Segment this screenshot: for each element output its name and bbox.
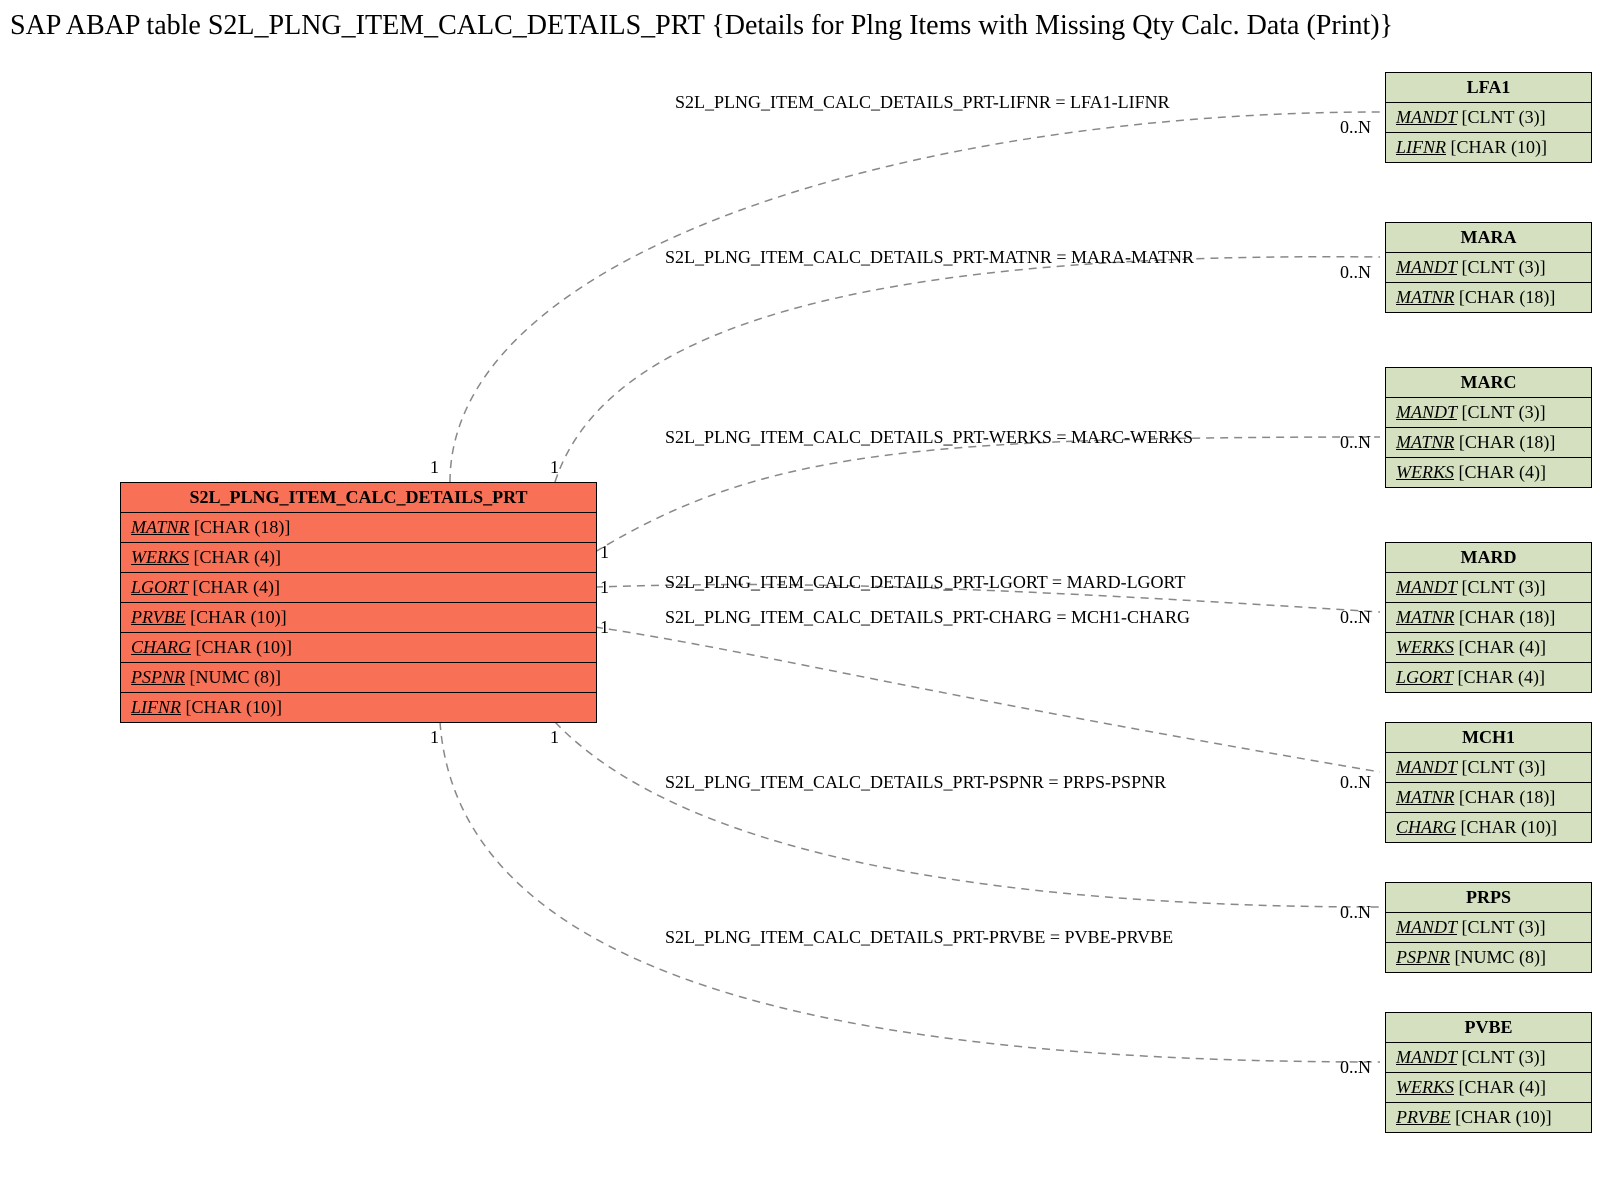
cardinality: 0..N bbox=[1340, 1057, 1371, 1078]
field-row: MANDT [CLNT (3)] bbox=[1386, 753, 1591, 783]
entity-prps: PRPS MANDT [CLNT (3)] PSPNR [NUMC (8)] bbox=[1385, 882, 1592, 973]
field-row: MANDT [CLNT (3)] bbox=[1386, 913, 1591, 943]
entity-mch1: MCH1 MANDT [CLNT (3)] MATNR [CHAR (18)] … bbox=[1385, 722, 1592, 843]
cardinality: 1 bbox=[550, 457, 559, 478]
entity-header: MCH1 bbox=[1386, 723, 1591, 753]
relation-label: S2L_PLNG_ITEM_CALC_DETAILS_PRT-LIFNR = L… bbox=[675, 92, 1170, 113]
cardinality: 0..N bbox=[1340, 432, 1371, 453]
diagram-canvas: S2L_PLNG_ITEM_CALC_DETAILS_PRT MATNR [CH… bbox=[10, 52, 1597, 1172]
field-row: LIFNR [CHAR (10)] bbox=[1386, 133, 1591, 162]
field-row: LGORT [CHAR (4)] bbox=[1386, 663, 1591, 692]
field-row: WERKS [CHAR (4)] bbox=[1386, 458, 1591, 487]
cardinality: 1 bbox=[430, 457, 439, 478]
field-row: LIFNR [CHAR (10)] bbox=[121, 693, 596, 722]
cardinality: 1 bbox=[600, 577, 609, 598]
entity-marc: MARC MANDT [CLNT (3)] MATNR [CHAR (18)] … bbox=[1385, 367, 1592, 488]
entity-header: PRPS bbox=[1386, 883, 1591, 913]
relation-label: S2L_PLNG_ITEM_CALC_DETAILS_PRT-PRVBE = P… bbox=[665, 927, 1173, 948]
field-row: PRVBE [CHAR (10)] bbox=[1386, 1103, 1591, 1132]
page-title: SAP ABAP table S2L_PLNG_ITEM_CALC_DETAIL… bbox=[10, 10, 1607, 42]
cardinality: 1 bbox=[430, 727, 439, 748]
field-row: CHARG [CHAR (10)] bbox=[1386, 813, 1591, 842]
entity-header: MARD bbox=[1386, 543, 1591, 573]
field-row: WERKS [CHAR (4)] bbox=[121, 543, 596, 573]
cardinality: 0..N bbox=[1340, 607, 1371, 628]
field-row: MANDT [CLNT (3)] bbox=[1386, 253, 1591, 283]
entity-header: MARA bbox=[1386, 223, 1591, 253]
entity-header: MARC bbox=[1386, 368, 1591, 398]
cardinality: 0..N bbox=[1340, 772, 1371, 793]
entity-main-header: S2L_PLNG_ITEM_CALC_DETAILS_PRT bbox=[121, 483, 596, 513]
field-row: MANDT [CLNT (3)] bbox=[1386, 398, 1591, 428]
field-row: PSPNR [NUMC (8)] bbox=[121, 663, 596, 693]
field-row: MANDT [CLNT (3)] bbox=[1386, 573, 1591, 603]
entity-mara: MARA MANDT [CLNT (3)] MATNR [CHAR (18)] bbox=[1385, 222, 1592, 313]
relation-label: S2L_PLNG_ITEM_CALC_DETAILS_PRT-MATNR = M… bbox=[665, 247, 1194, 268]
cardinality: 0..N bbox=[1340, 117, 1371, 138]
cardinality: 1 bbox=[550, 727, 559, 748]
field-row: PSPNR [NUMC (8)] bbox=[1386, 943, 1591, 972]
field-row: PRVBE [CHAR (10)] bbox=[121, 603, 596, 633]
field-row: MANDT [CLNT (3)] bbox=[1386, 1043, 1591, 1073]
cardinality: 0..N bbox=[1340, 262, 1371, 283]
entity-mard: MARD MANDT [CLNT (3)] MATNR [CHAR (18)] … bbox=[1385, 542, 1592, 693]
field-row: WERKS [CHAR (4)] bbox=[1386, 1073, 1591, 1103]
cardinality: 1 bbox=[600, 542, 609, 563]
entity-main: S2L_PLNG_ITEM_CALC_DETAILS_PRT MATNR [CH… bbox=[120, 482, 597, 723]
relation-label: S2L_PLNG_ITEM_CALC_DETAILS_PRT-PSPNR = P… bbox=[665, 772, 1166, 793]
field-row: MATNR [CHAR (18)] bbox=[121, 513, 596, 543]
cardinality: 0..N bbox=[1340, 902, 1371, 923]
entity-pvbe: PVBE MANDT [CLNT (3)] WERKS [CHAR (4)] P… bbox=[1385, 1012, 1592, 1133]
relation-label: S2L_PLNG_ITEM_CALC_DETAILS_PRT-CHARG = M… bbox=[665, 607, 1190, 628]
entity-header: LFA1 bbox=[1386, 73, 1591, 103]
relation-label: S2L_PLNG_ITEM_CALC_DETAILS_PRT-LGORT = M… bbox=[665, 572, 1185, 593]
relation-label: S2L_PLNG_ITEM_CALC_DETAILS_PRT-WERKS = M… bbox=[665, 427, 1193, 448]
field-row: MATNR [CHAR (18)] bbox=[1386, 283, 1591, 312]
field-row: WERKS [CHAR (4)] bbox=[1386, 633, 1591, 663]
field-row: MATNR [CHAR (18)] bbox=[1386, 603, 1591, 633]
field-row: MATNR [CHAR (18)] bbox=[1386, 428, 1591, 458]
field-row: MANDT [CLNT (3)] bbox=[1386, 103, 1591, 133]
field-row: CHARG [CHAR (10)] bbox=[121, 633, 596, 663]
cardinality: 1 bbox=[600, 617, 609, 638]
entity-header: PVBE bbox=[1386, 1013, 1591, 1043]
field-row: LGORT [CHAR (4)] bbox=[121, 573, 596, 603]
entity-lfa1: LFA1 MANDT [CLNT (3)] LIFNR [CHAR (10)] bbox=[1385, 72, 1592, 163]
field-row: MATNR [CHAR (18)] bbox=[1386, 783, 1591, 813]
